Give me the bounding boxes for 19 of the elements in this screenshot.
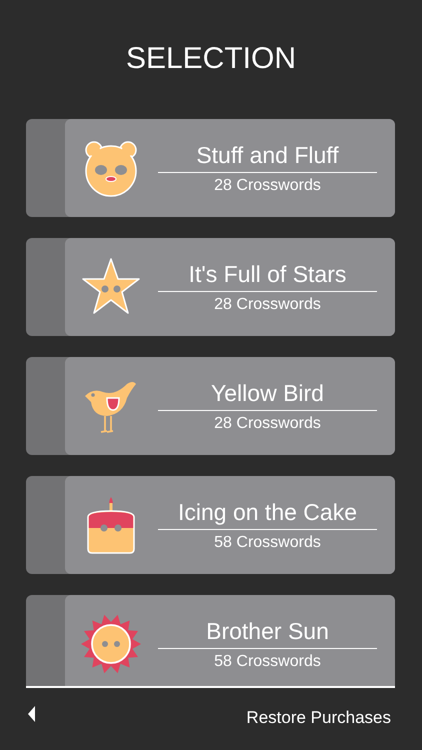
pack-card[interactable]: Brother Sun 58 Crosswords (26, 595, 395, 686)
pack-card[interactable]: Icing on the Cake 58 Crosswords (26, 476, 395, 574)
pack-title: Brother Sun (158, 618, 377, 648)
back-icon (28, 706, 36, 722)
crossword-count: 28 Crosswords (213, 176, 322, 194)
sun-icon (81, 614, 141, 674)
crossword-count: 58 Crosswords (213, 652, 322, 670)
crossword-count: 28 Crosswords (213, 294, 322, 314)
pack-card[interactable]: It's Full of Stars 28 Crosswords (26, 238, 395, 336)
pack-card[interactable]: Yellow Bird 28 Crosswords (26, 357, 395, 455)
screen-title: SELECTION (126, 42, 296, 76)
pack-title: Stuff and Fluff (158, 142, 377, 172)
pack-title: Yellow Bird (158, 380, 377, 410)
crossword-count: 58 Crosswords (213, 532, 322, 552)
restore-purchases-button[interactable]: Restore Purchases (242, 704, 395, 730)
pack-title: It's Full of Stars (158, 260, 377, 292)
pack-title: Icing on the Cake (158, 498, 377, 530)
pack-card[interactable]: Stuff and Fluff 28 Crosswords (26, 119, 395, 217)
crossword-count: 28 Crosswords (213, 414, 322, 432)
